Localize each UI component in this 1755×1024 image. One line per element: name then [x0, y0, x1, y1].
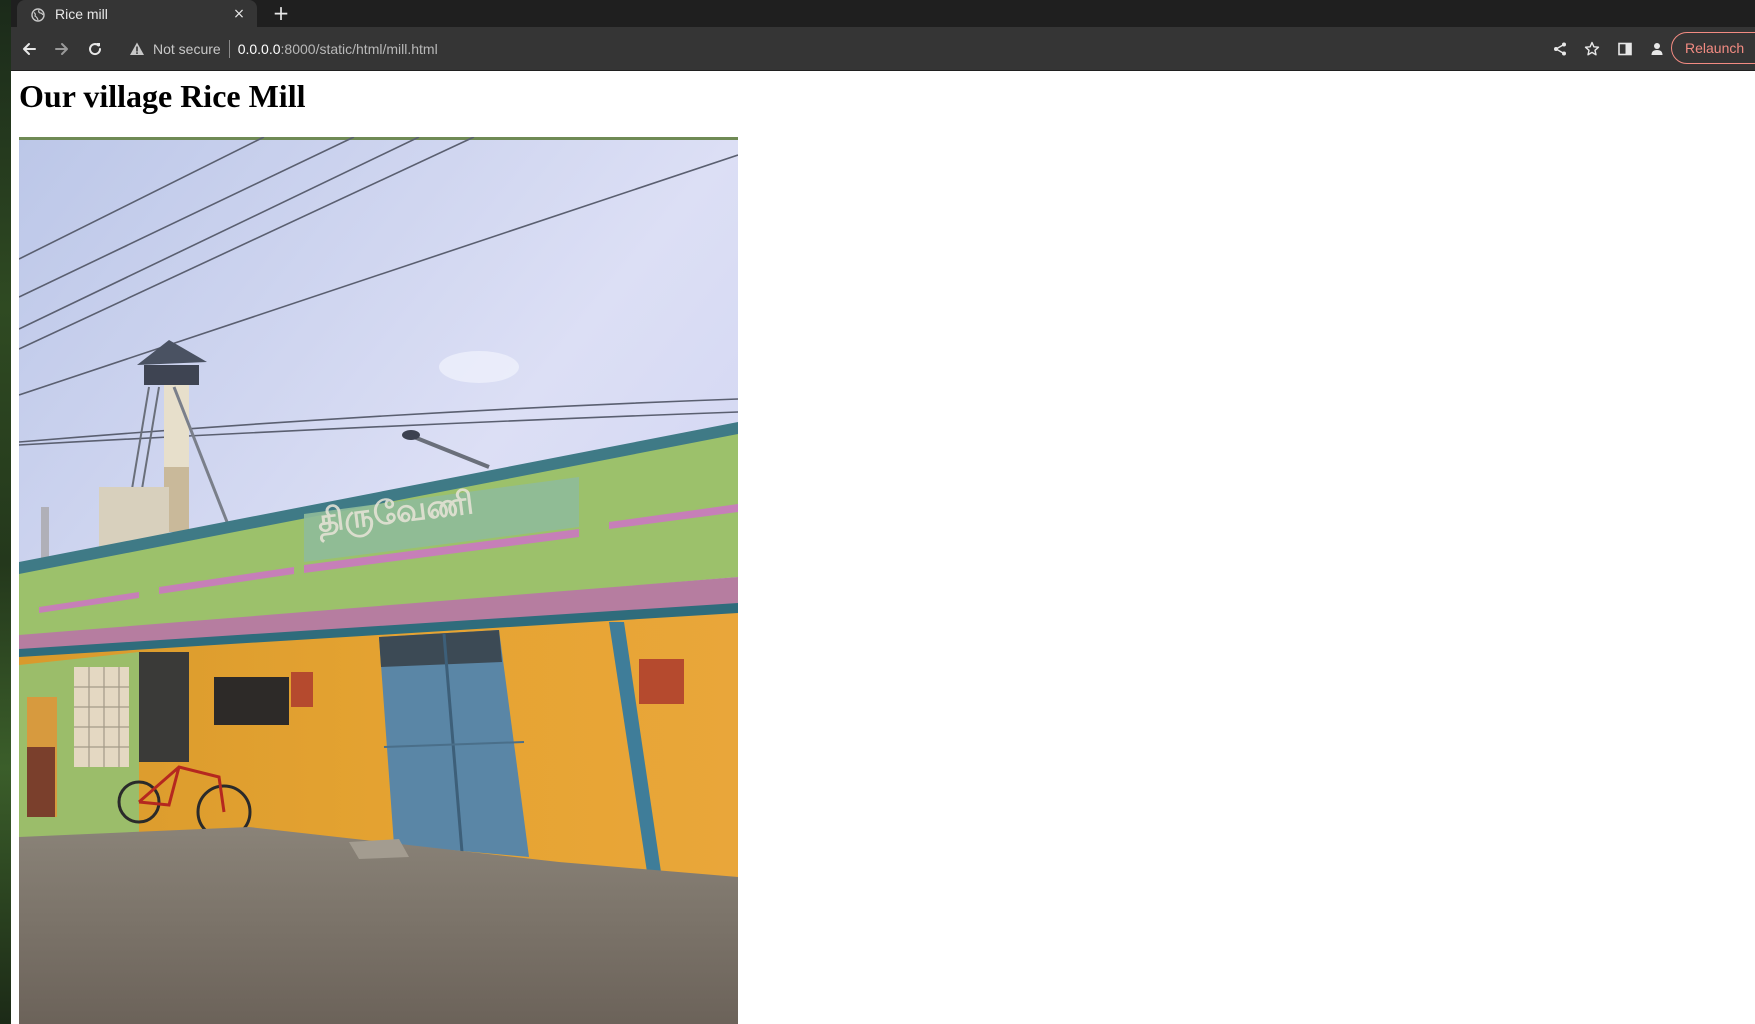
reload-icon: [89, 43, 102, 56]
window-grill: [139, 652, 189, 762]
reload-button[interactable]: [80, 34, 110, 64]
bookmark-button[interactable]: [1577, 34, 1607, 64]
top-edge: [19, 137, 738, 140]
security-status[interactable]: Not secure: [153, 41, 221, 57]
tab-rice-mill[interactable]: Rice mill ×: [17, 0, 257, 27]
arrow-right-icon: [55, 43, 68, 55]
poster: [639, 659, 684, 704]
profile-button[interactable]: [1642, 34, 1672, 64]
side-panel-icon: [1618, 42, 1632, 56]
tab-strip: Rice mill × +: [11, 0, 1755, 27]
page-title: Our village Rice Mill: [19, 78, 306, 114]
browser-toolbar: Not secure 0.0.0.0:8000/static/html/mill…: [11, 27, 1755, 71]
new-tab-button[interactable]: +: [269, 1, 293, 25]
address-bar[interactable]: Not secure 0.0.0.0:8000/static/html/mill…: [121, 33, 1541, 65]
relaunch-button[interactable]: Relaunch: [1671, 32, 1755, 64]
address-divider: [228, 40, 230, 58]
globe-icon: [31, 7, 45, 22]
forward-button[interactable]: [47, 34, 77, 64]
desktop-background: [0, 0, 11, 1024]
star-icon: [1584, 41, 1600, 56]
share-icon: [1554, 42, 1566, 56]
url-host: 0.0.0.0: [237, 41, 281, 57]
share-button[interactable]: [1545, 34, 1575, 64]
browser-window: Rice mill × + Not secure 0.0.0.0:8000/s…: [11, 0, 1755, 1024]
person-icon: [1651, 43, 1663, 55]
arrow-left-icon: [23, 43, 36, 55]
side-panel-button[interactable]: [1610, 34, 1640, 64]
warning-icon: [129, 41, 145, 57]
url-path: :8000/static/html/mill.html: [280, 41, 438, 57]
back-button[interactable]: [14, 34, 44, 64]
tab-title: Rice mill: [55, 5, 108, 22]
page-content: Our village Rice Mill திருவேணி: [11, 71, 1755, 1024]
close-icon[interactable]: ×: [231, 6, 247, 22]
cloud: [439, 351, 519, 383]
screen: Rice mill × + Not secure 0.0.0.0:8000/s…: [0, 0, 1755, 1024]
rice-mill-photo: திருவேணி: [19, 137, 738, 1024]
blackboard: [214, 677, 289, 725]
